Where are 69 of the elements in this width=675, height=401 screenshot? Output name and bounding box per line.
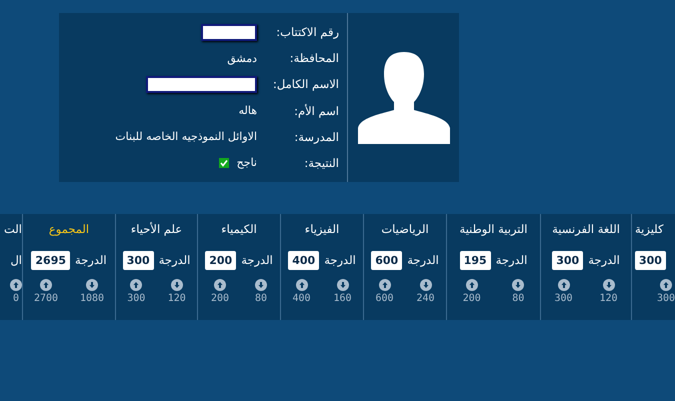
grade-value: 2695	[31, 250, 70, 270]
arrow-up-icon	[660, 279, 672, 291]
grade-limit: 200	[462, 293, 481, 304]
grade-label: الدرجة	[241, 253, 273, 267]
subject-title: اللغة الفرنسية	[552, 222, 620, 238]
field-label: رقم الاكتتاب:	[275, 25, 340, 40]
subject-title: الكيمياء	[221, 222, 257, 238]
arrow-down-icon	[255, 279, 268, 291]
grade-value: 200	[205, 250, 236, 270]
field-value: هاله	[238, 104, 257, 118]
grade-limit: 600	[375, 293, 394, 304]
grade-label: الدرجة	[75, 253, 107, 267]
field-label: اسم الأم:	[293, 104, 340, 118]
arrow-down-icon	[420, 279, 432, 291]
grade-value: 195	[460, 250, 491, 270]
arrow-up-icon	[466, 279, 478, 291]
grade-value: 600	[371, 250, 402, 270]
grade-label: الدرجة	[324, 253, 356, 267]
grade-limit: 2700	[34, 293, 58, 304]
arrow-up-icon	[40, 279, 52, 291]
grade-limit: 120	[599, 293, 618, 304]
arrow-down-icon	[86, 279, 98, 291]
grade-limit: 300	[656, 293, 675, 304]
grade-label: الدرجة	[496, 253, 528, 267]
subject-title: الفيزياء	[304, 222, 340, 238]
arrow-up-icon	[378, 279, 390, 291]
grade-label: ال	[10, 253, 22, 267]
grade-limit: 80	[512, 293, 524, 304]
grade-value: 400	[288, 250, 320, 270]
grade-limit: 120	[168, 293, 186, 304]
subject-title: علم الأحياء	[130, 222, 182, 238]
grade-limit: 160	[333, 293, 352, 304]
grade-label: الدرجة	[158, 253, 190, 267]
field-value: ناجح	[236, 156, 257, 170]
grade-value: 300	[552, 250, 584, 270]
field-label: المحافظة:	[288, 51, 340, 66]
grade-value: 300	[635, 250, 666, 270]
grade-limit: 0	[12, 293, 20, 304]
field-value: دمشق	[227, 52, 257, 65]
field-label: الاسم الكامل:	[272, 77, 340, 92]
arrow-up-icon	[558, 279, 570, 291]
grade-limit: 200	[210, 293, 230, 304]
subject-title: التربية الوطنية	[460, 222, 528, 238]
grade-value: 300	[122, 250, 154, 270]
grade-limit: 1080	[80, 293, 104, 304]
subject-title: المجموع	[48, 222, 90, 238]
grade-label: الدرجة	[407, 253, 439, 267]
grade-limit: 400	[292, 293, 311, 304]
grade-label: الدرجة	[588, 253, 620, 267]
subject-title: الت	[4, 222, 22, 238]
arrow-down-icon	[336, 279, 348, 291]
arrow-down-icon	[512, 279, 524, 291]
field-label: النتيجة:	[303, 156, 340, 170]
arrow-up-icon	[296, 279, 308, 291]
input-field[interactable]	[201, 24, 257, 41]
field-value: الاوائل النموذجيه الخاصه للبنات	[115, 130, 257, 144]
arrow-up-icon	[130, 279, 142, 291]
avatar-icon	[358, 52, 450, 144]
arrow-up-icon	[214, 279, 226, 291]
field-label: المدرسة:	[293, 130, 340, 144]
grade-limit: 300	[127, 293, 146, 304]
grade-limit: 80	[254, 293, 268, 304]
grade-limit: 300	[554, 293, 573, 304]
grade-limit: 240	[416, 293, 435, 304]
input-field[interactable]	[146, 76, 257, 93]
subject-title: كليزية	[635, 222, 664, 238]
arrow-down-icon	[602, 279, 614, 291]
subject-title: الرياضيات	[381, 222, 429, 238]
arrow-down-icon	[170, 279, 183, 291]
